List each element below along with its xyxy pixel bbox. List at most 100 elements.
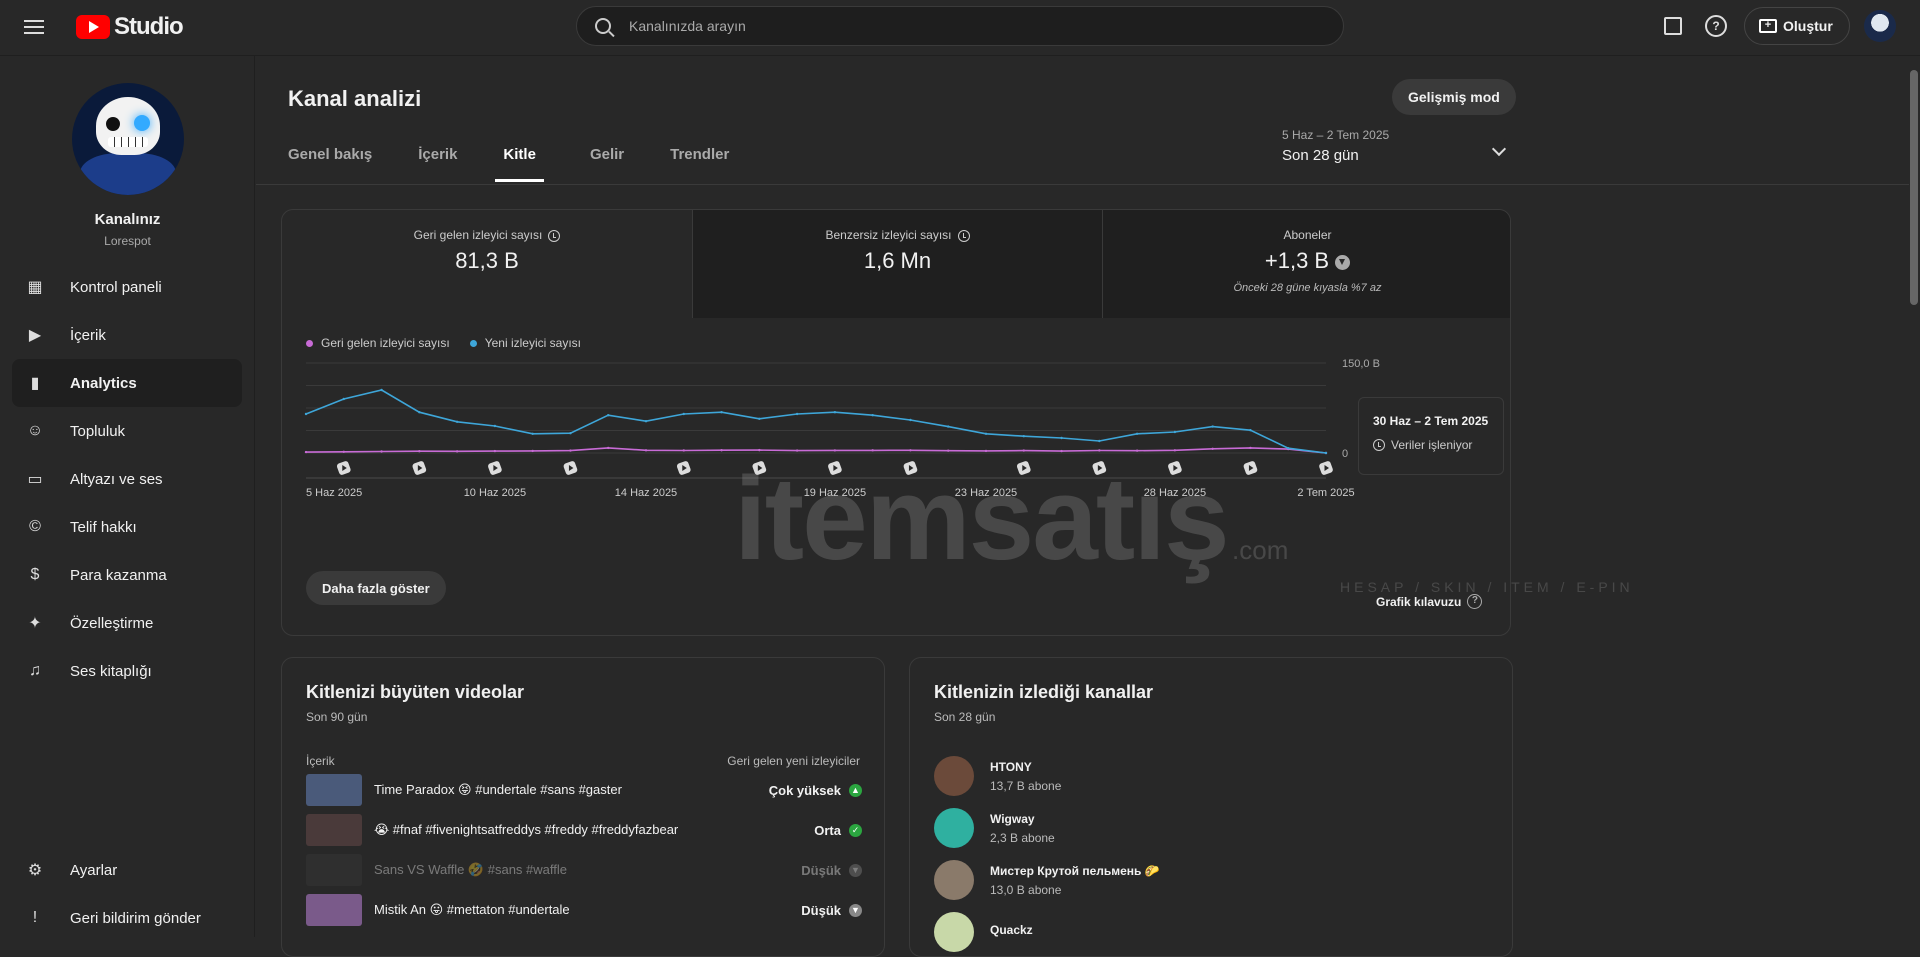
video-thumbnail[interactable] — [306, 894, 362, 926]
kpi-returning-viewers[interactable]: Geri gelen izleyici sayısı 81,3 B — [282, 210, 692, 318]
tab-1[interactable]: İçerik — [418, 146, 457, 182]
feedback-icon[interactable] — [1664, 17, 1682, 35]
data-point — [1173, 449, 1177, 452]
create-button[interactable]: + Oluştur — [1744, 7, 1850, 45]
growing-videos-card: Kitlenizi büyüten videolar Son 90 gün İç… — [281, 657, 885, 957]
tab-2[interactable]: Kitle — [495, 146, 544, 182]
video-row[interactable]: Mistik An 😛 #mettaton #undertale Düşük ▼ — [306, 894, 862, 926]
sidebar-item-subtitles[interactable]: ▭ Altyazı ve ses — [12, 455, 242, 503]
audience-chart-card: Geri gelen izleyici sayısı 81,3 B Benzer… — [281, 209, 1511, 636]
data-point — [833, 411, 837, 414]
help-icon[interactable]: ? — [1705, 15, 1727, 37]
channel-row[interactable]: Wigway 2,3 B abone — [934, 806, 1490, 850]
search-bar[interactable] — [576, 6, 1344, 46]
menu-icon[interactable] — [24, 16, 50, 36]
sidebar: Kanalınız Lorespot ▦ Kontrol paneli ▶ İçeri… — [0, 56, 255, 937]
video-thumbnail[interactable] — [306, 854, 362, 886]
sidebar-item-magic-wand[interactable]: ✦ Özelleştirme — [12, 599, 242, 647]
sidebar-item-feedback[interactable]: ! Geri bildirim gönder — [12, 894, 242, 942]
video-row[interactable]: 😭 #fnaf #fivenightsatfreddys #freddy #fr… — [306, 814, 862, 846]
date-range-picker[interactable]: 5 Haz – 2 Tem 2025 Son 28 gün — [1282, 128, 1512, 164]
channel-row-avatar[interactable] — [934, 808, 974, 848]
line-chart[interactable]: 150,0 B 0 5 Haz 2025 10 Haz 2025 14 Haz 2025… — [282, 318, 1511, 563]
data-point — [1211, 447, 1214, 450]
sidebar-item-community[interactable]: ☺ Topluluk — [12, 407, 242, 455]
data-point — [947, 425, 950, 428]
data-point — [795, 449, 799, 452]
channel-row-subs: 13,7 B abone — [990, 778, 1062, 793]
sidebar-item-audio-library[interactable]: ♫ Ses kitaplığı — [12, 647, 242, 695]
data-point — [1173, 430, 1177, 434]
y-tick-label: 150,0 B — [1342, 358, 1380, 370]
tab-4[interactable]: Trendler — [670, 146, 729, 182]
channel-row-name[interactable]: Quackz — [990, 923, 1033, 937]
channel-row-name[interactable]: Wigway — [990, 812, 1055, 826]
sidebar-item-dashboard[interactable]: ▦ Kontrol paneli — [12, 263, 242, 311]
sidebar-item-label: Topluluk — [70, 422, 126, 440]
search-input[interactable] — [629, 18, 1309, 34]
tab-0[interactable]: Genel bakış — [288, 146, 372, 182]
video-title[interactable]: 😭 #fnaf #fivenightsatfreddys #freddy #fr… — [374, 822, 814, 838]
video-title[interactable]: Mistik An 😛 #mettaton #undertale — [374, 902, 801, 918]
sidebar-item-label: Altyazı ve ses — [70, 470, 163, 488]
data-point — [304, 412, 308, 416]
video-row[interactable]: Time Paradox 😝 #undertale #sans #gaster Ç… — [306, 774, 862, 806]
data-point — [493, 449, 497, 453]
kpi-label: Benzersiz izleyici sayısı — [825, 228, 952, 242]
data-point — [682, 449, 685, 452]
channel-name[interactable]: Kanalınız — [0, 211, 255, 228]
data-point — [644, 449, 648, 452]
studio-logo[interactable]: Studio — [76, 13, 184, 41]
top-bar: Studio ? + Oluştur — [0, 0, 1920, 56]
card-subtitle: Son 28 gün — [934, 710, 996, 724]
data-point — [758, 448, 761, 452]
video-thumbnail[interactable] — [306, 814, 362, 846]
account-avatar[interactable] — [1864, 10, 1896, 42]
show-more-button[interactable]: Daha fazla göster — [306, 571, 446, 605]
data-point — [607, 446, 610, 450]
kpi-subscribers[interactable]: Aboneler +1,3 B Önceki 28 güne kıyasla %… — [1102, 210, 1510, 318]
sidebar-item-gear[interactable]: ⚙ Ayarlar — [12, 846, 242, 894]
video-row[interactable]: Sans VS Waffle 🤣 #sans #waffle Düşük ▼ — [306, 854, 862, 886]
channel-row[interactable]: Мистер Крутой пельмень 🌮 13,0 B abone — [934, 858, 1490, 902]
channel-avatar[interactable] — [72, 83, 184, 195]
card-subtitle: Son 90 gün — [306, 710, 368, 724]
data-point — [455, 420, 459, 423]
data-point — [1098, 449, 1101, 452]
kpi-label: Geri gelen izleyici sayısı — [413, 228, 543, 242]
data-point — [493, 424, 497, 428]
kpi-unique-viewers[interactable]: Benzersiz izleyici sayısı 1,6 Mn — [692, 210, 1102, 318]
tooltip-title: 30 Haz – 2 Tem 2025 — [1373, 414, 1489, 428]
card-title: Kitlenizi büyüten videolar — [306, 682, 525, 702]
search-icon[interactable] — [595, 18, 611, 34]
sidebar-item-content[interactable]: ▶ İçerik — [12, 311, 242, 359]
data-point — [342, 450, 345, 453]
tab-3[interactable]: Gelir — [590, 146, 624, 182]
create-label: Oluştur — [1783, 18, 1833, 34]
chart-guide-link[interactable]: Grafik kılavuzu ? — [1376, 594, 1483, 609]
sidebar-item-dollar[interactable]: $ Para kazanma — [12, 551, 242, 599]
channel-row-name[interactable]: Мистер Крутой пельмень 🌮 — [990, 864, 1160, 878]
data-point — [607, 414, 610, 417]
arrow-down-icon — [1335, 254, 1351, 270]
advanced-mode-button[interactable]: Gelişmiş mod — [1392, 79, 1516, 115]
data-point — [380, 450, 383, 453]
sidebar-item-label: Ses kitaplığı — [70, 662, 152, 680]
x-tick-label: 28 Haz 2025 — [1144, 487, 1206, 499]
scrollbar[interactable] — [1910, 70, 1918, 305]
video-title[interactable]: Sans VS Waffle 🤣 #sans #waffle — [374, 862, 801, 878]
video-title[interactable]: Time Paradox 😝 #undertale #sans #gaster — [374, 782, 769, 798]
data-point — [984, 449, 988, 453]
sidebar-item-analytics[interactable]: ▮ Analytics — [12, 359, 242, 407]
channel-row[interactable]: Quackz — [934, 910, 1490, 954]
copyright-icon: © — [29, 518, 41, 535]
channel-row[interactable]: HTONY 13,7 B abone — [934, 754, 1490, 798]
channel-row-avatar[interactable] — [934, 860, 974, 900]
channel-row-name[interactable]: HTONY — [990, 760, 1061, 774]
video-level: Düşük — [801, 902, 841, 918]
status-icon: ▼ — [849, 903, 862, 917]
channel-row-avatar[interactable] — [934, 912, 974, 952]
video-thumbnail[interactable] — [306, 774, 362, 806]
channel-row-avatar[interactable] — [934, 756, 974, 796]
sidebar-item-copyright[interactable]: © Telif hakkı — [12, 503, 242, 551]
